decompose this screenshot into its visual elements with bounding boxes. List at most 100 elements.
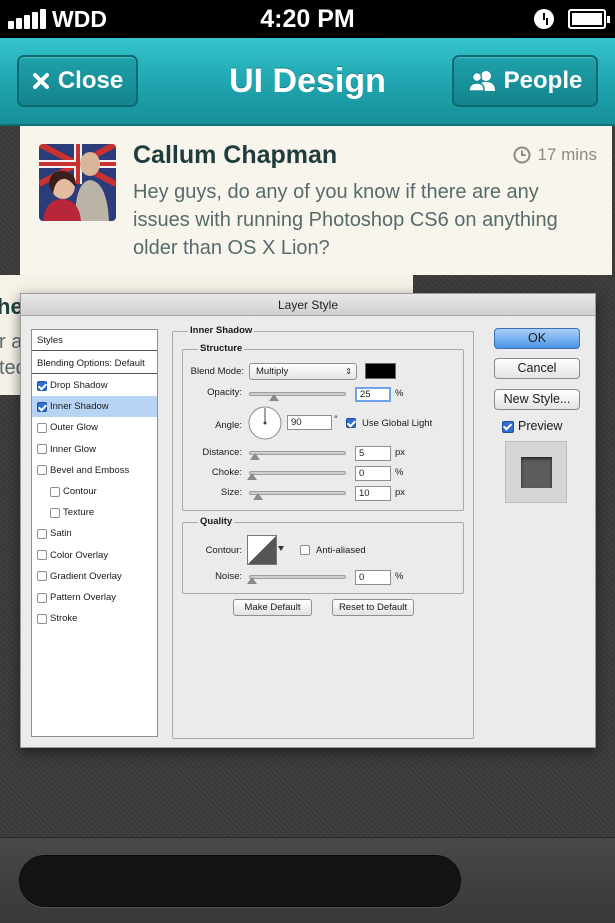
opacity-slider-thumb[interactable] — [269, 394, 279, 401]
style-checkbox[interactable] — [37, 571, 47, 582]
style-item-texture[interactable]: Texture — [32, 502, 157, 523]
ok-button[interactable]: OK — [494, 328, 580, 349]
size-unit: px — [395, 487, 406, 498]
opacity-input[interactable]: 25 — [355, 387, 391, 402]
make-default-button[interactable]: Make Default — [233, 599, 312, 616]
distance-slider[interactable] — [249, 451, 346, 455]
style-checkbox[interactable] — [37, 380, 47, 391]
feed-post[interactable]: Callum Chapman 17 mins Hey guys, do any … — [20, 126, 612, 275]
structure-label: Structure — [198, 343, 245, 354]
post-author[interactable]: Callum Chapman — [133, 141, 337, 170]
post-body: Hey guys, do any of you know if there ar… — [133, 181, 558, 259]
size-label: Size: — [220, 487, 242, 498]
dialog-title: Layer Style — [21, 294, 595, 316]
battery-icon — [568, 9, 610, 29]
style-item-label: Satin — [50, 528, 72, 540]
style-checkbox[interactable] — [37, 613, 47, 624]
distance-slider-thumb[interactable] — [250, 453, 260, 460]
noise-label: Noise: — [215, 571, 242, 582]
anti-aliased-label: Anti-aliased — [316, 545, 366, 556]
post-time-label: 17 mins — [537, 145, 597, 164]
style-item-pattern-overlay[interactable]: Pattern Overlay — [32, 587, 157, 608]
style-checkbox[interactable] — [37, 592, 47, 603]
style-item-label: Inner Shadow — [50, 401, 109, 413]
style-item-label: Pattern Overlay — [50, 592, 116, 603]
style-item-color-overlay[interactable]: Color Overlay — [32, 545, 157, 566]
blend-mode-select[interactable]: Multiply ⇕ — [249, 363, 357, 380]
style-item-label: Texture — [63, 507, 95, 519]
avatar[interactable] — [39, 144, 116, 221]
style-checkbox[interactable] — [37, 422, 47, 433]
contour-picker[interactable] — [247, 535, 285, 565]
style-item-inner-shadow[interactable]: Inner Shadow — [32, 396, 157, 418]
section-title: Inner Shadow — [188, 325, 255, 336]
anti-aliased-checkbox[interactable] — [300, 545, 310, 555]
style-item-label: Drop Shadow — [50, 380, 108, 391]
noise-slider[interactable] — [249, 575, 346, 579]
select-arrows-icon: ⇕ — [345, 367, 352, 376]
style-item-label: Inner Glow — [50, 443, 96, 455]
use-global-light-label: Use Global Light — [362, 418, 433, 429]
style-item-gradient-overlay[interactable]: Gradient Overlay — [32, 566, 157, 587]
contour-label: Contour: — [205, 545, 242, 556]
style-item-drop-shadow[interactable]: Drop Shadow — [32, 375, 157, 396]
choke-input[interactable]: 0 — [355, 466, 391, 481]
opacity-label: Opacity: — [207, 387, 242, 398]
people-button[interactable]: People — [452, 55, 598, 107]
noise-input[interactable]: 0 — [355, 570, 391, 585]
quality-label: Quality — [198, 516, 235, 527]
styles-header[interactable]: Styles — [32, 330, 157, 351]
angle-unit: ° — [334, 414, 338, 425]
blending-options-item[interactable]: Blending Options: Default — [32, 353, 157, 374]
distance-input[interactable]: 5 — [355, 446, 391, 461]
message-input[interactable] — [19, 855, 461, 907]
style-item-satin[interactable]: Satin — [32, 523, 157, 544]
bottom-bar — [0, 837, 615, 923]
style-item-contour[interactable]: Contour — [32, 481, 157, 502]
people-icon — [467, 71, 495, 92]
noise-slider-thumb[interactable] — [247, 577, 257, 584]
style-preview — [505, 441, 567, 503]
blend-color-swatch[interactable] — [365, 363, 396, 379]
status-time: 4:20 PM — [260, 5, 355, 33]
style-item-outer-glow[interactable]: Outer Glow — [32, 417, 157, 438]
blend-mode-label: Blend Mode: — [190, 366, 244, 377]
quality-group: Quality Contour: Anti-aliased Noise: 0 % — [182, 516, 464, 594]
reset-to-default-button[interactable]: Reset to Default — [332, 599, 414, 616]
cancel-button[interactable]: Cancel — [494, 358, 580, 379]
choke-unit: % — [395, 467, 404, 478]
style-checkbox[interactable] — [37, 528, 47, 539]
style-checkbox[interactable] — [37, 550, 47, 561]
size-slider[interactable] — [249, 491, 346, 495]
style-checkbox[interactable] — [50, 486, 60, 497]
structure-group: Structure Blend Mode: Multiply ⇕ Opacity… — [182, 343, 464, 511]
style-item-inner-glow[interactable]: Inner Glow — [32, 439, 157, 460]
status-bar: WDD 4:20 PM — [0, 0, 615, 38]
style-item-label: Stroke — [50, 613, 78, 625]
style-item-stroke[interactable]: Stroke — [32, 608, 157, 629]
angle-dial[interactable] — [248, 406, 282, 440]
style-item-bevel-and-emboss[interactable]: Bevel and Emboss — [32, 460, 157, 481]
style-checkbox[interactable] — [37, 465, 47, 476]
opacity-slider[interactable] — [249, 392, 346, 396]
size-slider-thumb[interactable] — [253, 493, 263, 500]
distance-label: Distance: — [202, 447, 242, 458]
choke-slider[interactable] — [249, 471, 346, 475]
noise-unit: % — [395, 571, 404, 582]
opacity-unit: % — [395, 388, 404, 399]
style-item-label: Contour — [63, 486, 97, 497]
post-timestamp: 17 mins — [513, 145, 597, 165]
style-item-label: Color Overlay — [50, 549, 109, 561]
choke-slider-thumb[interactable] — [247, 473, 257, 480]
nav-bar: Close UI Design People — [0, 38, 615, 126]
style-checkbox[interactable] — [37, 444, 47, 455]
distance-unit: px — [395, 447, 406, 458]
use-global-light-checkbox[interactable] — [346, 418, 356, 428]
new-style-button[interactable]: New Style... — [494, 389, 580, 410]
style-checkbox[interactable] — [50, 507, 60, 518]
size-input[interactable]: 10 — [355, 486, 391, 501]
style-item-label: Gradient Overlay — [50, 570, 122, 582]
angle-input[interactable]: 90 — [287, 415, 332, 430]
style-checkbox[interactable] — [37, 401, 47, 412]
preview-checkbox[interactable] — [502, 421, 514, 433]
